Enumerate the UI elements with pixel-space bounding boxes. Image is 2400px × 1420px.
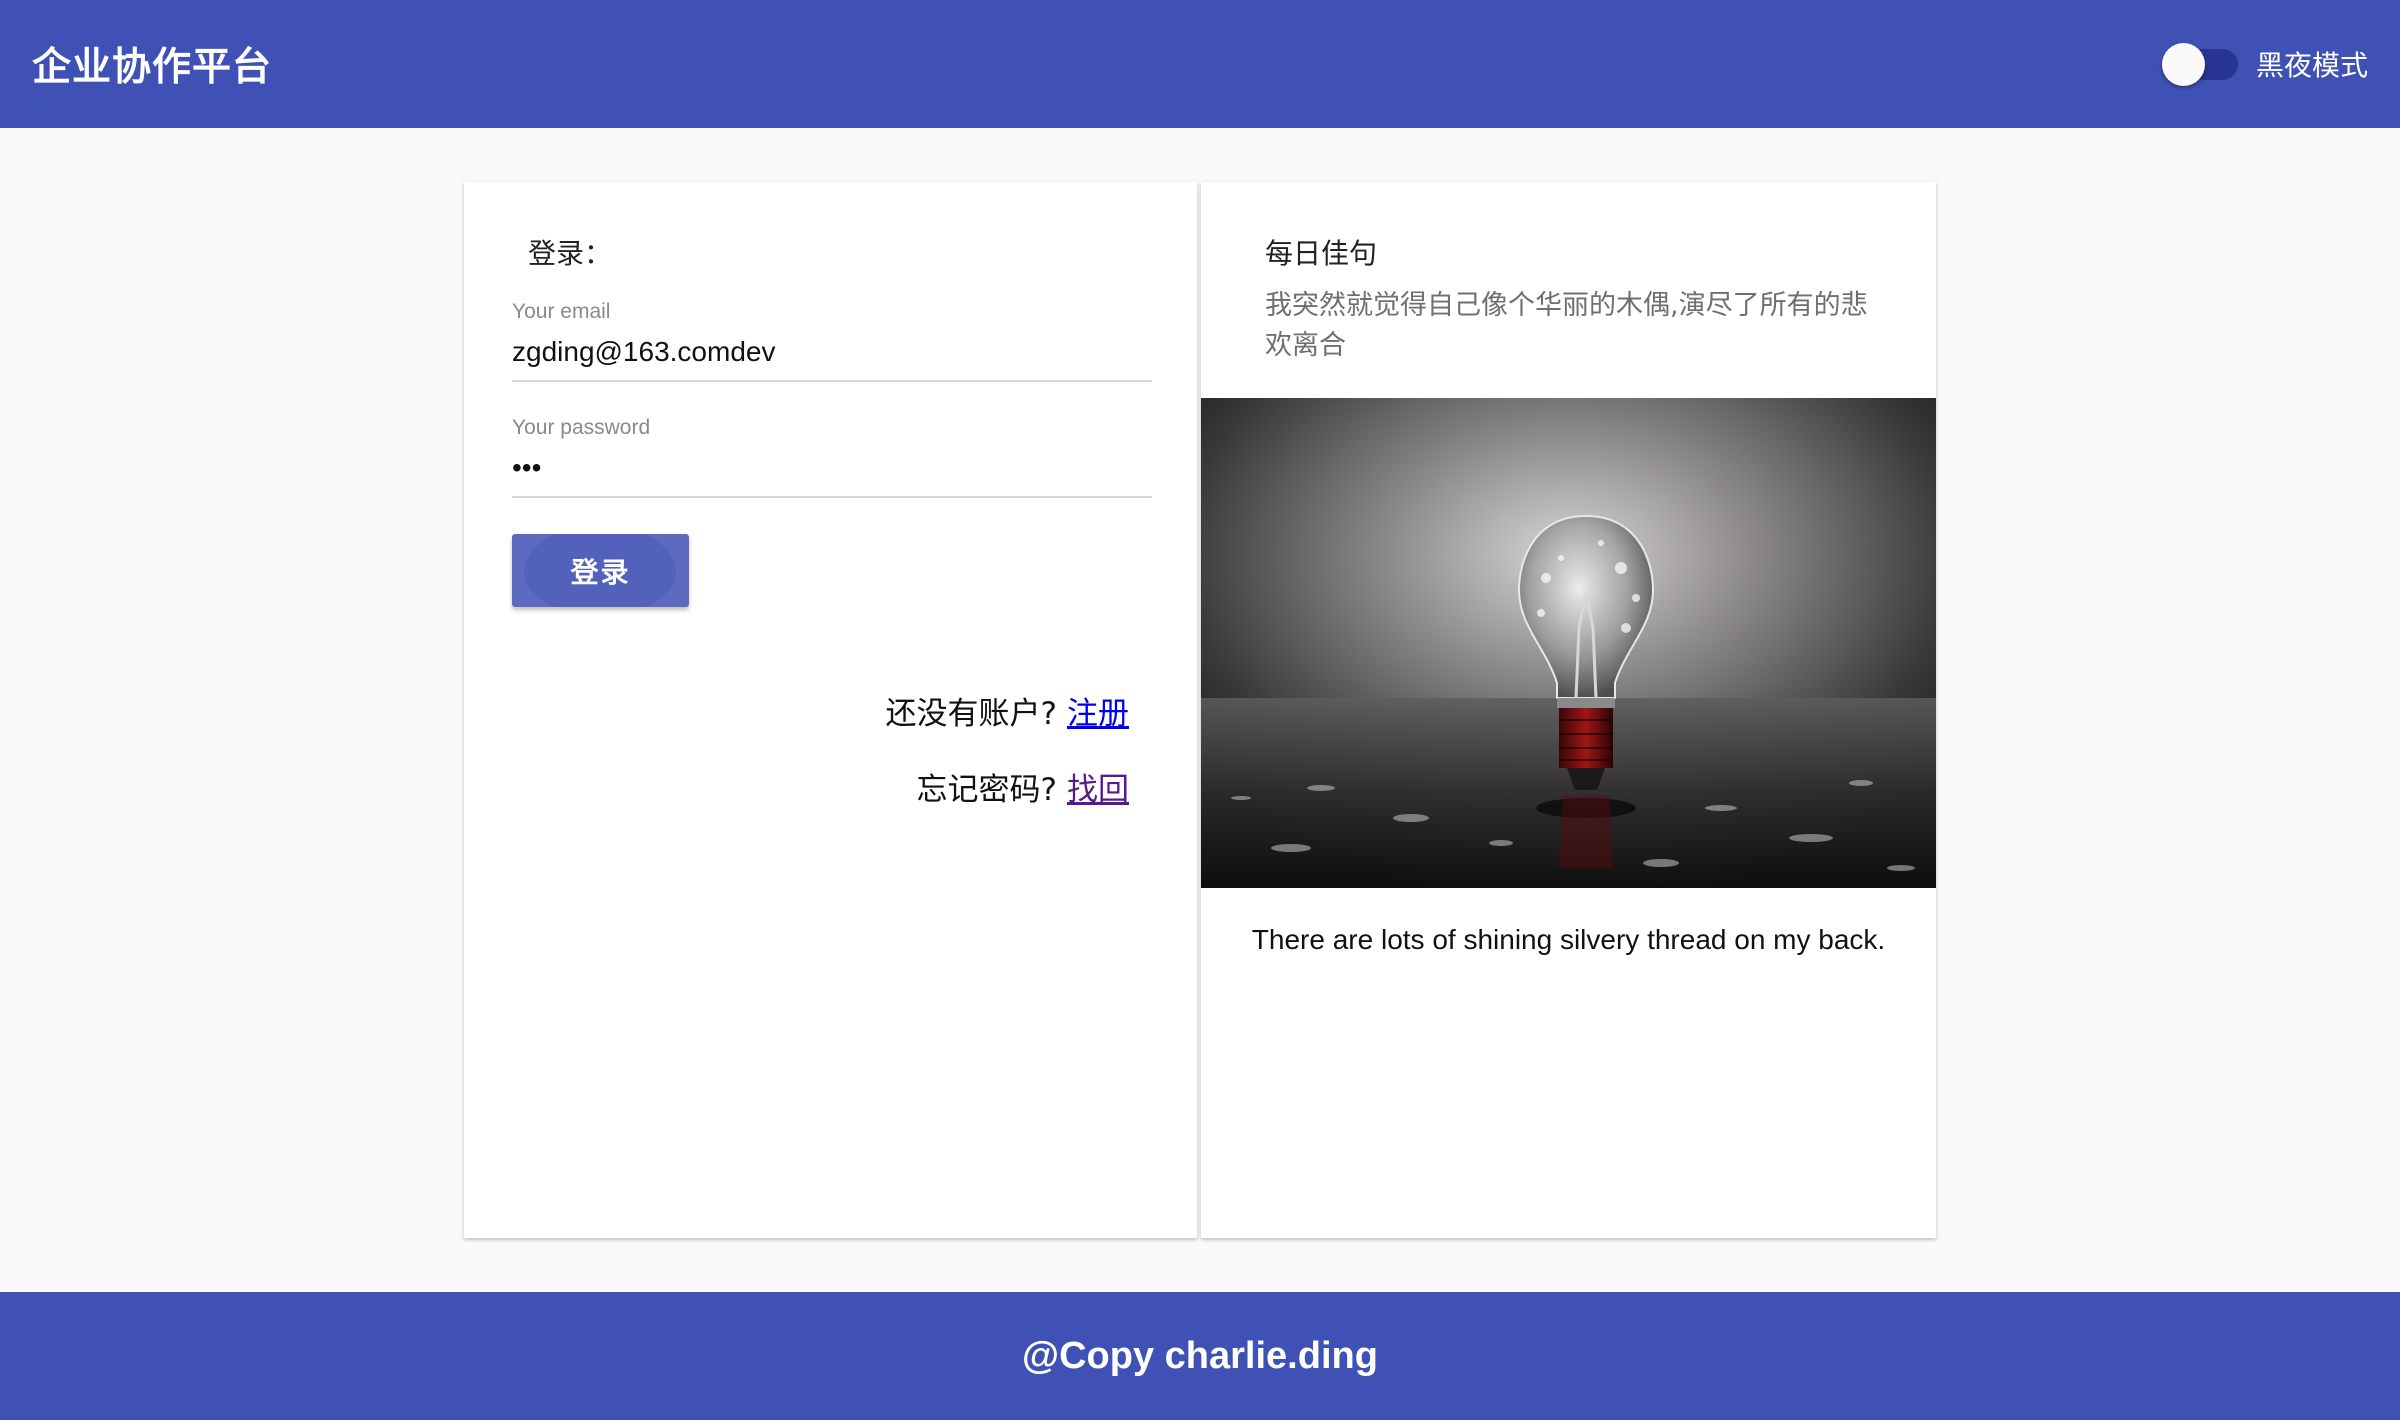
main-content: 登录： Your email Your password 登录 还没有账户? 注册… [0, 128, 2400, 1292]
daily-quote-card: 每日佳句 我突然就觉得自己像个华丽的木偶,演尽了所有的悲欢离合 There ar… [1201, 182, 1936, 1238]
quote-title: 每日佳句 [1265, 237, 1378, 270]
register-prompt: 还没有账户? [885, 696, 1057, 732]
login-heading: 登录： [528, 237, 613, 270]
recover-row: 忘记密码? 找回 [917, 764, 1129, 809]
email-field[interactable] [512, 334, 1152, 382]
dark-mode-toggle[interactable]: 黑夜模式 [2161, 42, 2368, 86]
email-field-group: Your email [512, 300, 1152, 382]
register-link[interactable]: 注册 [1067, 696, 1129, 732]
app-title: 企业协作平台 [32, 45, 273, 90]
dark-mode-label: 黑夜模式 [2255, 49, 2368, 82]
login-button-label: 登录 [570, 556, 631, 588]
light-bulb-image [1201, 398, 1936, 888]
recover-password-link[interactable]: 找回 [1067, 772, 1129, 808]
register-row: 还没有账户? 注册 [886, 688, 1129, 733]
quote-caption: There are lots of shining silvery thread… [1251, 924, 1886, 955]
footer: @Copy charlie.ding [0, 1292, 2400, 1420]
password-field[interactable] [512, 450, 1152, 498]
email-label: Your email [512, 300, 611, 323]
dark-mode-switch[interactable] [2161, 42, 2238, 86]
login-card: 登录： Your email Your password 登录 还没有账户? 注册… [464, 182, 1197, 1238]
recover-prompt: 忘记密码? [916, 772, 1057, 808]
quote-text: 我突然就觉得自己像个华丽的木偶,演尽了所有的悲欢离合 [1265, 290, 1868, 361]
password-field-group: Your password [512, 416, 1152, 498]
password-label: Your password [512, 416, 651, 439]
switch-thumb[interactable] [2161, 42, 2205, 86]
login-button[interactable]: 登录 [512, 534, 689, 607]
top-app-bar: 企业协作平台 黑夜模式 [0, 0, 2400, 128]
footer-copyright: @Copy charlie.ding [1022, 1334, 1378, 1377]
